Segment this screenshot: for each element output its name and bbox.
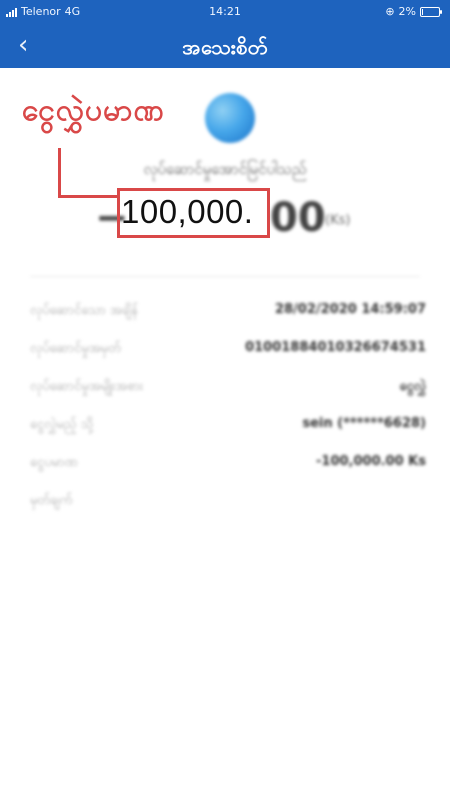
battery-icon (420, 6, 442, 17)
detail-value: 28/02/2020 14:59:07 (274, 302, 426, 317)
detail-label: မှတ်ချက် (30, 493, 73, 508)
status-bar: Telenor 4G 14:21 ⊕ 2% (0, 0, 450, 22)
highlighted-amount: 100,000. (121, 193, 254, 230)
detail-value: -100,000.00 Ks (316, 454, 426, 469)
detail-value: sein (******6628) (302, 416, 426, 431)
navigation-bar: ‹ အသေးစိတ် (0, 24, 450, 68)
amount-unit: (Ks) (325, 213, 351, 228)
detail-row-type: လုပ်ဆောင်မှုအမျိုးအစား ငွေလွှဲ (30, 378, 426, 398)
annotation-connector (58, 148, 120, 198)
amount-cents: 00 (270, 195, 326, 241)
detail-row-transaction-id: လုပ်ဆောင်မှုအမှတ် 01001884010326674531 (30, 340, 426, 360)
status-right: ⊕ 2% (385, 5, 442, 18)
status-time: 14:21 (209, 5, 241, 18)
detail-value: ငွေလွှဲ (399, 379, 426, 394)
battery-percent: 2% (398, 5, 416, 18)
detail-label: လုပ်ဆောင်မှုအမှတ် (30, 341, 121, 356)
detail-row-amount: ငွေပမာဏ -100,000.00 Ks (30, 454, 426, 474)
detail-label: ငွေပမာဏ (30, 455, 78, 470)
detail-row-note: မှတ်ချက် (30, 492, 426, 512)
detail-value: 01001884010326674531 (245, 340, 426, 355)
annotation-label: ငွေလွှဲပမာဏ (22, 93, 165, 128)
detail-label: ငွေလွှဲမည့် သို့ (30, 417, 94, 432)
detail-label: လုပ်ဆောင်သော အချိန် (30, 303, 138, 318)
detail-label: လုပ်ဆောင်မှုအမျိုးအစား (30, 379, 144, 394)
wallet-logo-icon (205, 93, 255, 143)
app-header: Telenor 4G 14:21 ⊕ 2% ‹ အသေးစိတ် (0, 0, 450, 68)
detail-row-recipient: ငွေလွှဲမည့် သို့ sein (******6628) (30, 416, 426, 436)
lock-rotation-icon: ⊕ (385, 5, 395, 18)
page-title: အသေးစိတ် (182, 35, 268, 59)
detail-row-time: လုပ်ဆောင်သော အချိန် 28/02/2020 14:59:07 (30, 302, 426, 322)
divider (30, 276, 420, 277)
